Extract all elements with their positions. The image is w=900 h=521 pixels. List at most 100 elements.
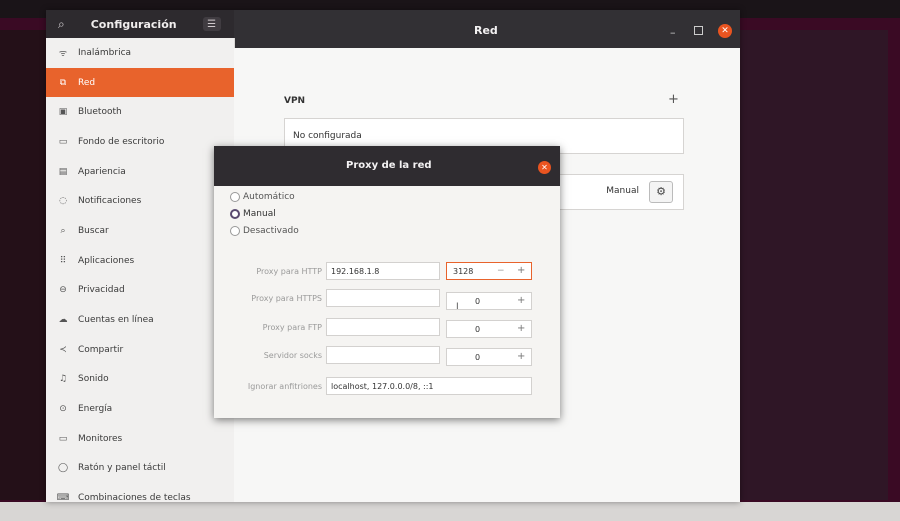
appearance-icon: ▤ bbox=[58, 166, 68, 177]
sidebar-item-label: Fondo de escritorio bbox=[78, 136, 165, 147]
lock-icon: ⊖ bbox=[59, 285, 67, 296]
sidebar-item-bluetooth[interactable]: ▣ Bluetooth bbox=[46, 97, 234, 127]
socks-host-label: Servidor socks bbox=[263, 351, 322, 360]
https-port-spinner[interactable]: 0 + bbox=[446, 292, 532, 310]
sidebar-item-energia[interactable]: ⊙ Energía bbox=[46, 394, 234, 424]
decrement-button[interactable]: − bbox=[497, 266, 505, 276]
sidebar-item-fondo[interactable]: ▭ Fondo de escritorio bbox=[46, 127, 234, 157]
radio-icon bbox=[230, 192, 240, 202]
http-port-spinner[interactable]: 3128 − + bbox=[446, 262, 532, 280]
sidebar-item-sonido[interactable]: ♫ Sonido bbox=[46, 365, 234, 395]
wallpaper-icon: ▭ bbox=[58, 136, 68, 147]
sidebar-item-label: Energía bbox=[78, 404, 113, 415]
socks-port-value: 0 bbox=[475, 353, 481, 362]
sidebar-item-label: Aplicaciones bbox=[78, 255, 135, 266]
monitor-icon: ▭ bbox=[58, 433, 68, 444]
ftp-port-value: 0 bbox=[475, 325, 481, 334]
background-terminal bbox=[0, 30, 46, 500]
desktop-area bbox=[740, 30, 888, 500]
https-proxy-input[interactable] bbox=[326, 289, 440, 307]
gear-icon[interactable]: ⚙ bbox=[649, 181, 673, 203]
sidebar-item-label: Compartir bbox=[78, 344, 124, 355]
sidebar-item-teclas[interactable]: ⌨ Combinaciones de teclas bbox=[46, 483, 234, 513]
sidebar-item-label: Sonido bbox=[78, 374, 109, 385]
maximize-button[interactable] bbox=[694, 26, 703, 35]
socks-port-spinner[interactable]: 0 + bbox=[446, 348, 532, 366]
keyboard-icon: ⌨ bbox=[56, 493, 70, 504]
sidebar-item-label: Notificaciones bbox=[78, 196, 142, 207]
header-bar: Red – ✕ bbox=[234, 10, 740, 48]
vpn-section-title: VPN bbox=[284, 96, 306, 106]
sidebar-item-buscar[interactable]: ⌕ Buscar bbox=[46, 216, 234, 246]
sidebar-item-monitores[interactable]: ▭ Monitores bbox=[46, 424, 234, 454]
sidebar-item-label: Red bbox=[78, 77, 96, 88]
sidebar-item-label: Ratón y panel táctil bbox=[78, 463, 166, 474]
sidebar-item-label: Privacidad bbox=[78, 285, 125, 296]
http-proxy-label: Proxy para HTTP bbox=[256, 267, 322, 276]
apps-icon: ⠿ bbox=[59, 255, 67, 266]
sidebar-item-label: Bluetooth bbox=[78, 107, 122, 118]
search-icon: ⌕ bbox=[60, 225, 66, 236]
bell-icon: ◌ bbox=[59, 196, 67, 207]
sidebar-item-compartir[interactable]: ≺ Compartir bbox=[46, 335, 234, 365]
radio-label: Automático bbox=[243, 192, 295, 202]
radio-automatico[interactable]: Automático bbox=[230, 190, 295, 204]
radio-desactivado[interactable]: Desactivado bbox=[230, 224, 299, 238]
dialog-close-button[interactable]: ✕ bbox=[538, 161, 551, 174]
ftp-proxy-label: Proxy para FTP bbox=[262, 323, 322, 332]
wifi-icon: ᯤ bbox=[58, 49, 68, 60]
sidebar-item-inalambrica[interactable]: ᯤ Inalámbrica bbox=[46, 38, 234, 68]
add-vpn-button[interactable]: + bbox=[668, 92, 679, 107]
http-proxy-input[interactable]: 192.168.1.8 bbox=[326, 262, 440, 280]
sidebar-item-privacidad[interactable]: ⊖ Privacidad bbox=[46, 276, 234, 306]
https-proxy-label: Proxy para HTTPS bbox=[251, 294, 322, 303]
text-cursor-icon: I bbox=[456, 302, 459, 312]
radio-manual[interactable]: Manual bbox=[230, 207, 276, 221]
bluetooth-icon: ▣ bbox=[58, 107, 68, 118]
sidebar: ᯤ Inalámbrica ⧉ Red ▣ Bluetooth ▭ Fondo de e… bbox=[46, 38, 235, 503]
cloud-icon: ☁ bbox=[58, 315, 68, 326]
radio-label: Desactivado bbox=[243, 226, 299, 236]
socks-host-input[interactable] bbox=[326, 346, 440, 364]
sidebar-item-cuentas[interactable]: ☁ Cuentas en línea bbox=[46, 305, 234, 335]
increment-button[interactable]: + bbox=[517, 295, 525, 306]
network-icon: ⧉ bbox=[59, 77, 67, 88]
https-port-value: 0 bbox=[475, 297, 481, 306]
vpn-status: No configurada bbox=[293, 131, 362, 141]
ignore-hosts-input[interactable]: localhost, 127.0.0.0/8, ::1 bbox=[326, 377, 532, 395]
dialog-header: Proxy de la red ✕ bbox=[214, 146, 560, 186]
sidebar-item-notificaciones[interactable]: ◌ Notificaciones bbox=[46, 186, 234, 216]
radio-selected-icon bbox=[230, 209, 240, 219]
ftp-port-spinner[interactable]: 0 + bbox=[446, 320, 532, 338]
sidebar-item-label: Monitores bbox=[78, 433, 123, 444]
sidebar-item-apariencia[interactable]: ▤ Apariencia bbox=[46, 157, 234, 187]
close-button[interactable]: ✕ bbox=[718, 24, 732, 38]
radio-icon bbox=[230, 226, 240, 236]
sidebar-item-label: Apariencia bbox=[78, 166, 126, 177]
increment-button[interactable]: + bbox=[517, 351, 525, 362]
sidebar-item-raton[interactable]: ◯ Ratón y panel táctil bbox=[46, 454, 234, 484]
increment-button[interactable]: + bbox=[517, 265, 525, 276]
search-icon[interactable]: ⌕ bbox=[58, 17, 65, 32]
proxy-dialog: Proxy de la red ✕ Automático Manual Desa… bbox=[214, 146, 560, 418]
http-port-value: 3128 bbox=[453, 267, 474, 276]
window-title: Red bbox=[474, 24, 498, 37]
proxy-mode-value: Manual bbox=[606, 186, 639, 196]
sidebar-item-label: Inalámbrica bbox=[78, 47, 132, 58]
sidebar-item-red[interactable]: ⧉ Red bbox=[46, 67, 234, 98]
power-icon: ⊙ bbox=[59, 404, 67, 415]
sidebar-item-aplicaciones[interactable]: ⠿ Aplicaciones bbox=[46, 246, 234, 276]
sidebar-item-label: Combinaciones de teclas bbox=[78, 493, 191, 504]
radio-label: Manual bbox=[243, 209, 276, 219]
minimize-button[interactable]: – bbox=[670, 26, 676, 39]
sidebar-header: ⌕ Configuración ☰ bbox=[46, 10, 234, 38]
ftp-proxy-input[interactable] bbox=[326, 318, 440, 336]
sidebar-item-label: Buscar bbox=[78, 225, 109, 236]
increment-button[interactable]: + bbox=[517, 323, 525, 334]
share-icon: ≺ bbox=[59, 344, 67, 355]
mouse-icon: ◯ bbox=[57, 463, 69, 474]
menu-button[interactable]: ☰ bbox=[202, 17, 221, 31]
dialog-title: Proxy de la red bbox=[346, 160, 432, 171]
sidebar-title: Configuración bbox=[90, 17, 177, 31]
ignore-hosts-label: Ignorar anfitriones bbox=[247, 382, 322, 391]
